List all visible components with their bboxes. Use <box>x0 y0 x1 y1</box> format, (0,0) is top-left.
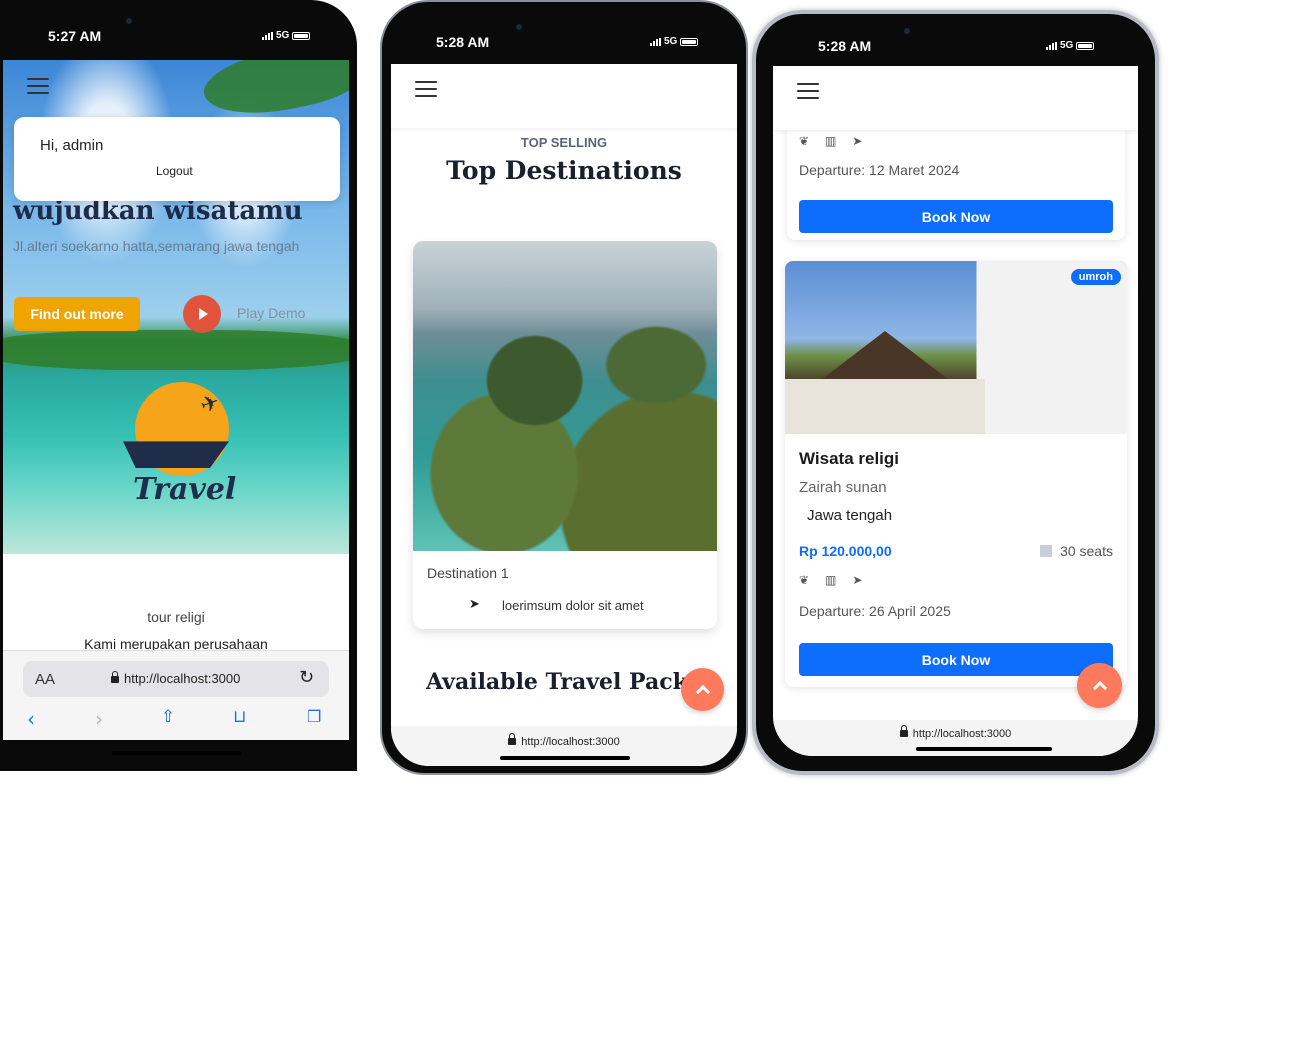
status-indicators: 5G <box>1046 40 1095 51</box>
section-title: Top Destinations <box>446 156 682 185</box>
top-navbar <box>773 66 1138 130</box>
camera-dot <box>904 28 910 34</box>
building-icon <box>1040 545 1053 557</box>
url-text[interactable]: http://localhost:3000 <box>111 671 240 686</box>
compact-address-bar[interactable]: http://localhost:3000 <box>391 726 737 766</box>
browser-viewport: ✈ Travel wujudkan wisatamu Jl.alteri soe… <box>3 60 349 740</box>
status-indicators: 5G <box>262 30 311 41</box>
camera-dot <box>126 18 132 24</box>
destination-name: Destination 1 <box>427 565 509 581</box>
user-dropdown: Hi, admin Logout <box>14 117 340 201</box>
play-demo-button[interactable] <box>183 295 221 333</box>
available-packages-title: Available Travel Packag <box>426 669 718 695</box>
battery-icon <box>1076 41 1095 50</box>
package-title: Wisata religi <box>799 449 899 468</box>
chevron-up-icon <box>695 684 710 700</box>
address-bar[interactable]: AA http://localhost:3000 ↻ <box>23 661 329 697</box>
book-now-button[interactable]: Book Now <box>799 643 1113 676</box>
navigate-icon: ➤ <box>852 573 863 587</box>
leaf-icon: ❦ <box>799 573 810 587</box>
find-out-more-button[interactable]: Find out more <box>14 297 140 331</box>
scroll-top-button[interactable] <box>1077 663 1122 708</box>
hero-address: Jl.alteri soekarno hatta,semarang jawa t… <box>13 238 300 254</box>
url-text[interactable]: http://localhost:3000 <box>913 728 1011 740</box>
menu-hamburger-icon[interactable] <box>27 78 49 94</box>
menu-hamburger-icon[interactable] <box>797 83 819 99</box>
package-meta-icons: ❦ ▥ ➤ <box>799 573 862 587</box>
map-icon: ▥ <box>825 573 837 587</box>
destination-card[interactable]: Destination 1 ➤ loerimsum dolor sit amet <box>413 241 717 629</box>
phone-screenshot-1: 5:27 AM 5G ✈ Travel wujudkan wisatamu Jl… <box>0 0 357 771</box>
package-card[interactable]: umroh Wisata religi Zairah sunan Jawa te… <box>785 261 1127 687</box>
play-demo-label[interactable]: Play Demo <box>237 305 305 321</box>
play-icon <box>199 308 208 320</box>
departure-date: Departure: 26 April 2025 <box>799 603 951 619</box>
network-label: 5G <box>1060 40 1074 51</box>
lock-icon <box>508 733 517 745</box>
scroll-top-button[interactable] <box>681 668 724 711</box>
forward-icon[interactable]: › <box>95 707 103 731</box>
travel-logo-text: Travel <box>133 472 237 507</box>
url-text[interactable]: http://localhost:3000 <box>521 736 619 748</box>
network-label: 5G <box>664 36 678 47</box>
package-price: Rp 120.000,00 <box>799 543 892 559</box>
status-time: 5:27 AM <box>48 28 102 44</box>
package-image: umroh <box>785 261 1127 434</box>
destination-location: loerimsum dolor sit amet <box>502 598 644 613</box>
location-arrow-icon: ➤ <box>469 597 480 612</box>
reload-icon[interactable]: ↻ <box>299 667 314 688</box>
lock-icon <box>111 671 119 683</box>
phone-screenshot-2: 5:28 AM 5G TOP SELLING Top Destinations … <box>380 0 748 775</box>
book-now-button[interactable]: Book Now <box>799 200 1113 233</box>
user-greeting: Hi, admin <box>40 137 104 154</box>
status-indicators: 5G <box>650 36 699 47</box>
package-location: Jawa tengah <box>807 507 893 524</box>
home-indicator <box>112 751 241 755</box>
category-badge: umroh <box>1070 269 1121 285</box>
network-label: 5G <box>276 30 290 41</box>
phone-screenshot-3: 5:28 AM 5G ❦ ▥ ➤ Departure: 12 Maret 202… <box>752 10 1159 775</box>
section-kicker: TOP SELLING <box>520 135 608 150</box>
section-label: tour religi <box>147 609 205 625</box>
package-seats: 30 seats <box>1040 543 1113 559</box>
status-time: 5:28 AM <box>436 34 490 50</box>
package-subtitle: Zairah sunan <box>799 479 887 496</box>
home-indicator <box>500 756 630 760</box>
package-meta-icons: ❦ ▥ ➤ <box>799 134 862 148</box>
tabs-icon[interactable]: ❐ <box>307 707 321 726</box>
temple-building-decoration <box>785 379 985 434</box>
camera-dot <box>516 24 522 30</box>
chevron-up-icon <box>1092 680 1107 696</box>
bookmarks-icon[interactable]: ⊔ <box>233 707 246 727</box>
battery-icon <box>680 37 699 46</box>
signal-icon <box>650 37 661 46</box>
share-icon[interactable]: ⇧ <box>161 707 175 727</box>
signal-icon <box>262 31 273 40</box>
battery-icon <box>292 31 311 40</box>
temple-roof-decoration <box>813 331 957 386</box>
logout-link[interactable]: Logout <box>156 164 193 178</box>
browser-nav-row: ‹ › ⇧ ⊔ ❐ <box>3 707 349 731</box>
status-time: 5:28 AM <box>818 38 872 54</box>
browser-viewport: ❦ ▥ ➤ Departure: 12 Maret 2024 Book Now … <box>773 66 1138 756</box>
leaf-icon: ❦ <box>799 134 810 148</box>
island-trees-decoration <box>3 330 349 370</box>
top-navbar <box>391 64 737 128</box>
lock-icon <box>899 725 908 737</box>
safari-toolbar: AA http://localhost:3000 ↻ ‹ › ⇧ ⊔ ❐ <box>3 650 349 740</box>
destination-image <box>413 241 717 551</box>
departure-date: Departure: 12 Maret 2024 <box>799 162 960 178</box>
signal-icon <box>1046 41 1057 50</box>
back-icon[interactable]: ‹ <box>27 707 35 731</box>
browser-viewport: TOP SELLING Top Destinations Destination… <box>391 64 737 766</box>
home-indicator <box>916 747 1052 751</box>
menu-hamburger-icon[interactable] <box>415 81 437 97</box>
text-size-button[interactable]: AA <box>35 671 55 688</box>
navigate-icon: ➤ <box>852 134 863 148</box>
map-icon: ▥ <box>825 134 837 148</box>
